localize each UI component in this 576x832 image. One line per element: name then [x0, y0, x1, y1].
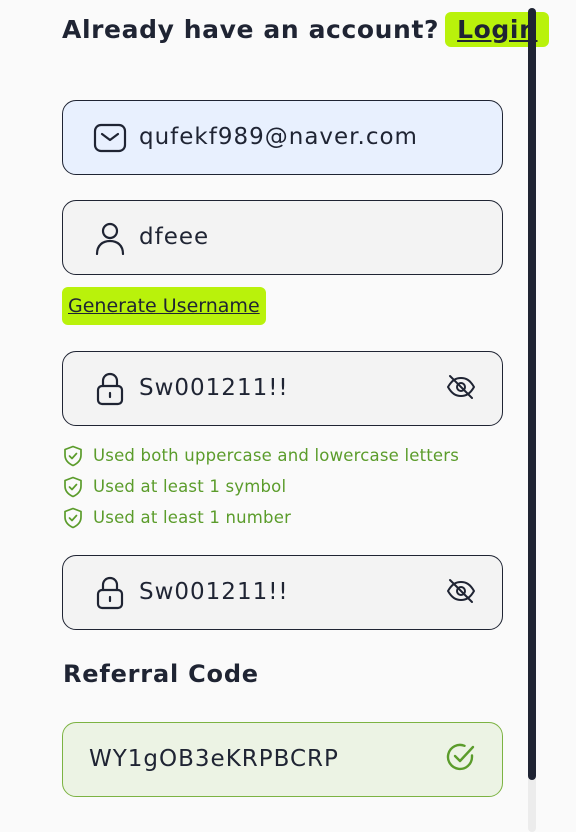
referral-code-value[interactable]: WY1gOB3eKRPBCRP: [89, 723, 339, 796]
scrollbar-thumb[interactable]: [528, 8, 536, 780]
signup-page: Already have an account? Login qufekf989…: [0, 0, 576, 832]
confirm-password-field[interactable]: Sw001211!!: [62, 555, 503, 630]
email-field[interactable]: qufekf989@naver.com: [62, 100, 503, 175]
user-icon: [95, 222, 125, 255]
rule-number: Used at least 1 number: [62, 502, 459, 533]
shield-check-icon: [64, 507, 82, 528]
password-field[interactable]: Sw001211!!: [62, 351, 503, 426]
eye-off-icon[interactable]: [446, 372, 476, 402]
rule-text: Used at least 1 symbol: [93, 477, 287, 496]
lock-icon: [96, 576, 124, 610]
mail-icon: [93, 123, 127, 153]
account-question: Already have an account?: [62, 14, 440, 44]
password-value[interactable]: Sw001211!!: [139, 352, 289, 425]
email-value[interactable]: qufekf989@naver.com: [139, 101, 418, 174]
rule-text: Used both uppercase and lowercase letter…: [93, 446, 460, 465]
confirm-password-value[interactable]: Sw001211!!: [139, 556, 289, 629]
lock-icon: [96, 372, 124, 406]
eye-off-icon[interactable]: [446, 576, 476, 606]
shield-check-icon: [64, 445, 82, 466]
referral-code-field[interactable]: WY1gOB3eKRPBCRP: [62, 722, 503, 797]
rule-symbol: Used at least 1 symbol: [62, 471, 459, 502]
check-circle-icon: [446, 743, 475, 771]
referral-code-title: Referral Code: [63, 660, 259, 688]
rule-text: Used at least 1 number: [93, 508, 292, 527]
username-value[interactable]: dfeee: [139, 201, 209, 274]
shield-check-icon: [64, 476, 82, 497]
password-rules: Used both uppercase and lowercase letter…: [62, 440, 459, 533]
rule-case: Used both uppercase and lowercase letter…: [62, 440, 459, 471]
username-field[interactable]: dfeee: [62, 200, 503, 275]
generate-username-button[interactable]: Generate Username: [62, 287, 266, 325]
login-prompt: Already have an account? Login: [62, 8, 550, 50]
